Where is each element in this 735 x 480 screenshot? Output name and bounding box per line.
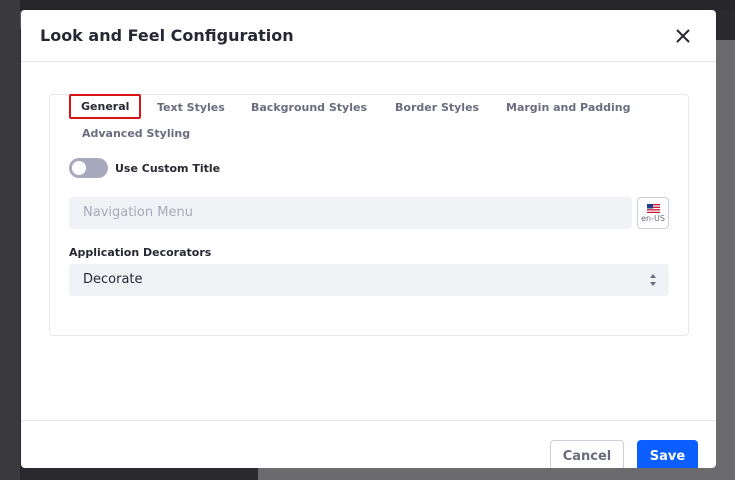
decorators-selected-value: Decorate — [83, 272, 143, 287]
modal-header: Look and Feel Configuration — [21, 10, 716, 62]
tab-text-styles[interactable]: Text Styles — [157, 101, 225, 114]
tab-background-styles[interactable]: Background Styles — [251, 101, 367, 114]
decorators-select[interactable]: Decorate — [69, 264, 669, 296]
decorators-label: Application Decorators — [69, 246, 212, 259]
modal-footer: Cancel Save — [21, 420, 716, 468]
locale-label: en-US — [641, 213, 665, 223]
background-panel — [716, 40, 735, 254]
configuration-panel: General Text Styles Background Styles Bo… — [49, 94, 689, 336]
locale-button[interactable]: en-US — [637, 197, 669, 229]
save-button[interactable]: Save — [637, 440, 698, 468]
tab-general[interactable]: General — [69, 94, 142, 119]
select-caret-icon — [650, 274, 656, 286]
custom-title-label: Use Custom Title — [115, 161, 221, 175]
tab-advanced-styling[interactable]: Advanced Styling — [82, 127, 190, 140]
background-left-strip — [0, 0, 20, 480]
toggle-knob — [72, 161, 86, 175]
us-flag-icon — [646, 203, 660, 213]
look-and-feel-modal: Look and Feel Configuration General Text… — [21, 10, 716, 468]
cancel-button[interactable]: Cancel — [550, 440, 624, 468]
modal-body: General Text Styles Background Styles Bo… — [21, 63, 716, 420]
custom-title-toggle-row: Use Custom Title — [69, 158, 220, 178]
close-icon — [676, 29, 690, 43]
tab-margin-and-padding[interactable]: Margin and Padding — [506, 101, 630, 114]
background-topbar — [0, 0, 735, 10]
modal-title: Look and Feel Configuration — [40, 26, 294, 45]
custom-title-toggle[interactable] — [69, 158, 108, 178]
tab-border-styles[interactable]: Border Styles — [395, 101, 479, 114]
title-input[interactable]: Navigation Menu — [69, 197, 632, 229]
close-button[interactable] — [673, 26, 693, 46]
